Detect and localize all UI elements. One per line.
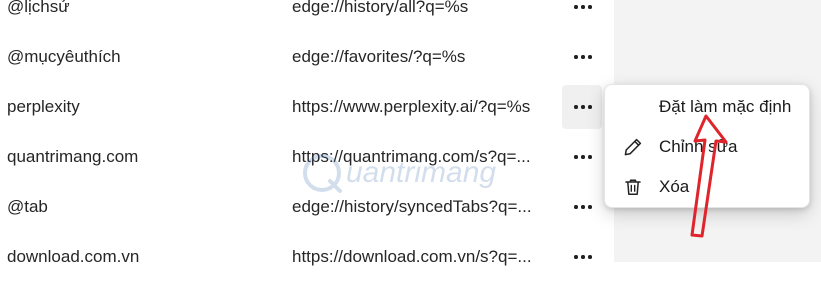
more-actions-button[interactable] [562, 35, 602, 79]
more-actions-button[interactable] [562, 85, 602, 129]
search-engine-url: edge://history/syncedTabs?q=... [292, 197, 532, 216]
search-engine-name: download.com.vn [7, 247, 140, 266]
search-engine-url: https://www.perplexity.ai/?q=%s [292, 97, 531, 116]
context-menu: Đặt làm mặc định Chỉnh sửa Xóa [604, 84, 810, 208]
search-engine-name: quantrimang.com [7, 147, 139, 166]
search-engine-url: https://quantrimang.com/s?q=... [292, 147, 531, 166]
list-item: @tab edge://history/syncedTabs?q=... [0, 182, 614, 232]
more-actions-button[interactable] [562, 135, 602, 179]
more-dots-icon [574, 105, 592, 109]
menu-item-label: Xóa [659, 177, 690, 196]
menu-item-set-default[interactable]: Đặt làm mặc định [609, 88, 805, 126]
search-engine-url: https://download.com.vn/s?q=... [292, 247, 532, 266]
list-item: perplexity https://www.perplexity.ai/?q=… [0, 82, 614, 132]
search-engine-name: @tab [7, 197, 48, 216]
more-dots-icon [574, 255, 592, 259]
menu-item-delete[interactable]: Xóa [609, 168, 805, 206]
menu-item-label: Đặt làm mặc định [659, 97, 792, 116]
list-item: quantrimang.com https://quantrimang.com/… [0, 132, 614, 182]
more-dots-icon [574, 155, 592, 159]
trash-icon [625, 179, 641, 195]
search-engine-url: edge://history/all?q=%s [292, 0, 469, 16]
list-item: @lịchsử edge://history/all?q=%s [0, 0, 614, 32]
more-actions-button[interactable] [562, 235, 602, 279]
list-item: @mụcyêuthích edge://favorites/?q=%s [0, 32, 614, 82]
pencil-icon [624, 138, 642, 156]
search-engine-name: @mụcyêuthích [7, 47, 121, 66]
search-engine-url: edge://favorites/?q=%s [292, 47, 466, 66]
more-actions-button[interactable] [562, 185, 602, 229]
search-engine-name: @lịchsử [7, 0, 70, 16]
search-engine-name: perplexity [7, 97, 80, 116]
list-item: download.com.vn https://download.com.vn/… [0, 232, 614, 282]
search-engines-list: @lịchsử edge://history/all?q=%s @mụcyêut… [0, 0, 614, 266]
more-dots-icon [574, 55, 592, 59]
more-dots-icon [574, 205, 592, 209]
more-actions-button[interactable] [562, 0, 602, 29]
more-dots-icon [574, 5, 592, 9]
menu-item-edit[interactable]: Chỉnh sửa [609, 128, 805, 166]
menu-item-label: Chỉnh sửa [659, 137, 738, 156]
